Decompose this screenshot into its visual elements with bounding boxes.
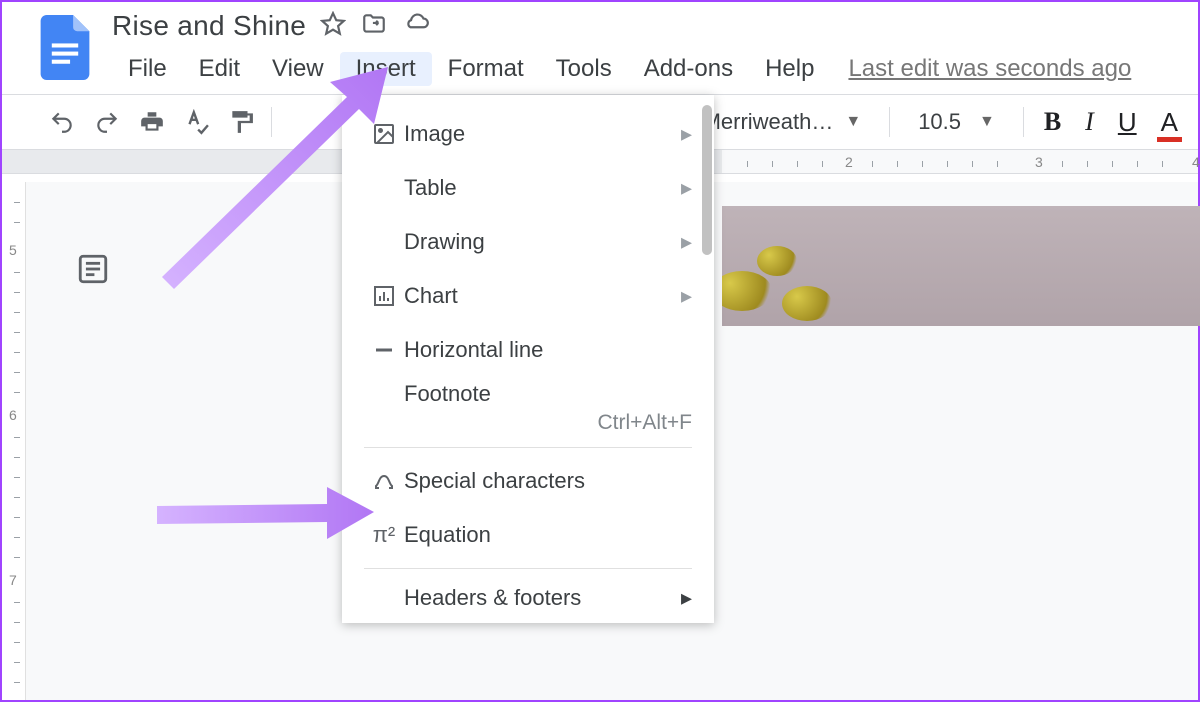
- google-docs-logo-icon[interactable]: [40, 15, 90, 80]
- menu-item-label: Footnote: [404, 381, 692, 407]
- ruler-mark: 5: [9, 242, 17, 258]
- underline-button[interactable]: U: [1108, 107, 1147, 138]
- bold-button[interactable]: B: [1034, 107, 1071, 137]
- move-folder-icon[interactable]: [360, 11, 388, 42]
- menu-item-label: Special characters: [404, 468, 692, 494]
- menu-item-equation[interactable]: π² Equation: [342, 508, 714, 562]
- menu-item-drawing[interactable]: Drawing ▸: [342, 215, 714, 269]
- insert-dropdown-menu: Image ▸ Table ▸ Drawing ▸ Chart ▸ Horizo…: [342, 95, 714, 623]
- submenu-arrow-icon: ▸: [681, 283, 692, 309]
- annotation-arrow-bottom: [152, 482, 377, 544]
- font-family-dropdown[interactable]: Merriweath… ▼: [703, 109, 880, 135]
- ruler-mark: 7: [9, 572, 17, 588]
- menu-item-image[interactable]: Image ▸: [342, 107, 714, 161]
- ruler-mark: 4: [1192, 154, 1200, 170]
- cloud-status-icon[interactable]: [402, 11, 432, 42]
- menu-item-table[interactable]: Table ▸: [342, 161, 714, 215]
- menu-divider: [364, 568, 692, 569]
- menu-item-label: Table: [404, 175, 681, 201]
- font-size-dropdown[interactable]: 10.5 ▼: [900, 109, 1013, 135]
- menu-item-label: Headers & footers: [404, 585, 581, 610]
- menu-format[interactable]: Format: [432, 52, 540, 86]
- ruler-mark: 2: [845, 154, 853, 170]
- font-size-value: 10.5: [918, 109, 961, 135]
- font-family-label: Merriweath…: [703, 109, 834, 135]
- submenu-arrow-icon: ▸: [681, 585, 692, 611]
- chevron-down-icon: ▼: [979, 113, 995, 131]
- document-outline-icon[interactable]: [76, 252, 110, 291]
- menu-item-chart[interactable]: Chart ▸: [342, 269, 714, 323]
- star-icon[interactable]: [320, 11, 346, 42]
- keyboard-shortcut: Ctrl+Alt+F: [404, 411, 692, 435]
- ruler-mark: 3: [1035, 154, 1043, 170]
- vertical-ruler[interactable]: 5 6 7: [2, 182, 26, 700]
- italic-button[interactable]: I: [1075, 107, 1104, 137]
- redo-icon[interactable]: [87, 102, 128, 142]
- menu-item-headers-footers[interactable]: Headers & footers ▸: [342, 575, 714, 611]
- document-image[interactable]: [722, 206, 1200, 326]
- menu-item-footnote[interactable]: Footnote Ctrl+Alt+F: [342, 377, 714, 441]
- chevron-down-icon: ▼: [845, 113, 861, 131]
- menu-item-label: Chart: [404, 283, 681, 309]
- text-color-button[interactable]: A: [1151, 107, 1188, 138]
- toolbar-separator: [1023, 107, 1024, 137]
- menu-item-horizontal-line[interactable]: Horizontal line: [342, 323, 714, 377]
- menu-item-label: Equation: [404, 522, 692, 548]
- title-row: Rise and Shine: [112, 10, 1198, 42]
- document-title[interactable]: Rise and Shine: [112, 10, 306, 42]
- menu-item-label: Horizontal line: [404, 337, 692, 363]
- menu-addons[interactable]: Add-ons: [628, 52, 749, 86]
- last-edit-link[interactable]: Last edit was seconds ago: [848, 55, 1131, 83]
- horizontal-line-icon: [364, 338, 404, 362]
- annotation-arrow-top: [152, 62, 392, 292]
- submenu-arrow-icon: ▸: [681, 175, 692, 201]
- submenu-arrow-icon: ▸: [681, 229, 692, 255]
- ruler-mark: 6: [9, 407, 17, 423]
- toolbar-separator: [889, 107, 890, 137]
- undo-icon[interactable]: [42, 102, 83, 142]
- menu-help[interactable]: Help: [749, 52, 830, 86]
- menu-tools[interactable]: Tools: [540, 52, 628, 86]
- menu-item-label: Drawing: [404, 229, 681, 255]
- menu-item-label: Image: [404, 121, 681, 147]
- submenu-arrow-icon: ▸: [681, 121, 692, 147]
- menu-divider: [364, 447, 692, 448]
- dropdown-scrollbar[interactable]: [702, 105, 712, 255]
- menu-item-special-characters[interactable]: Special characters: [342, 454, 714, 508]
